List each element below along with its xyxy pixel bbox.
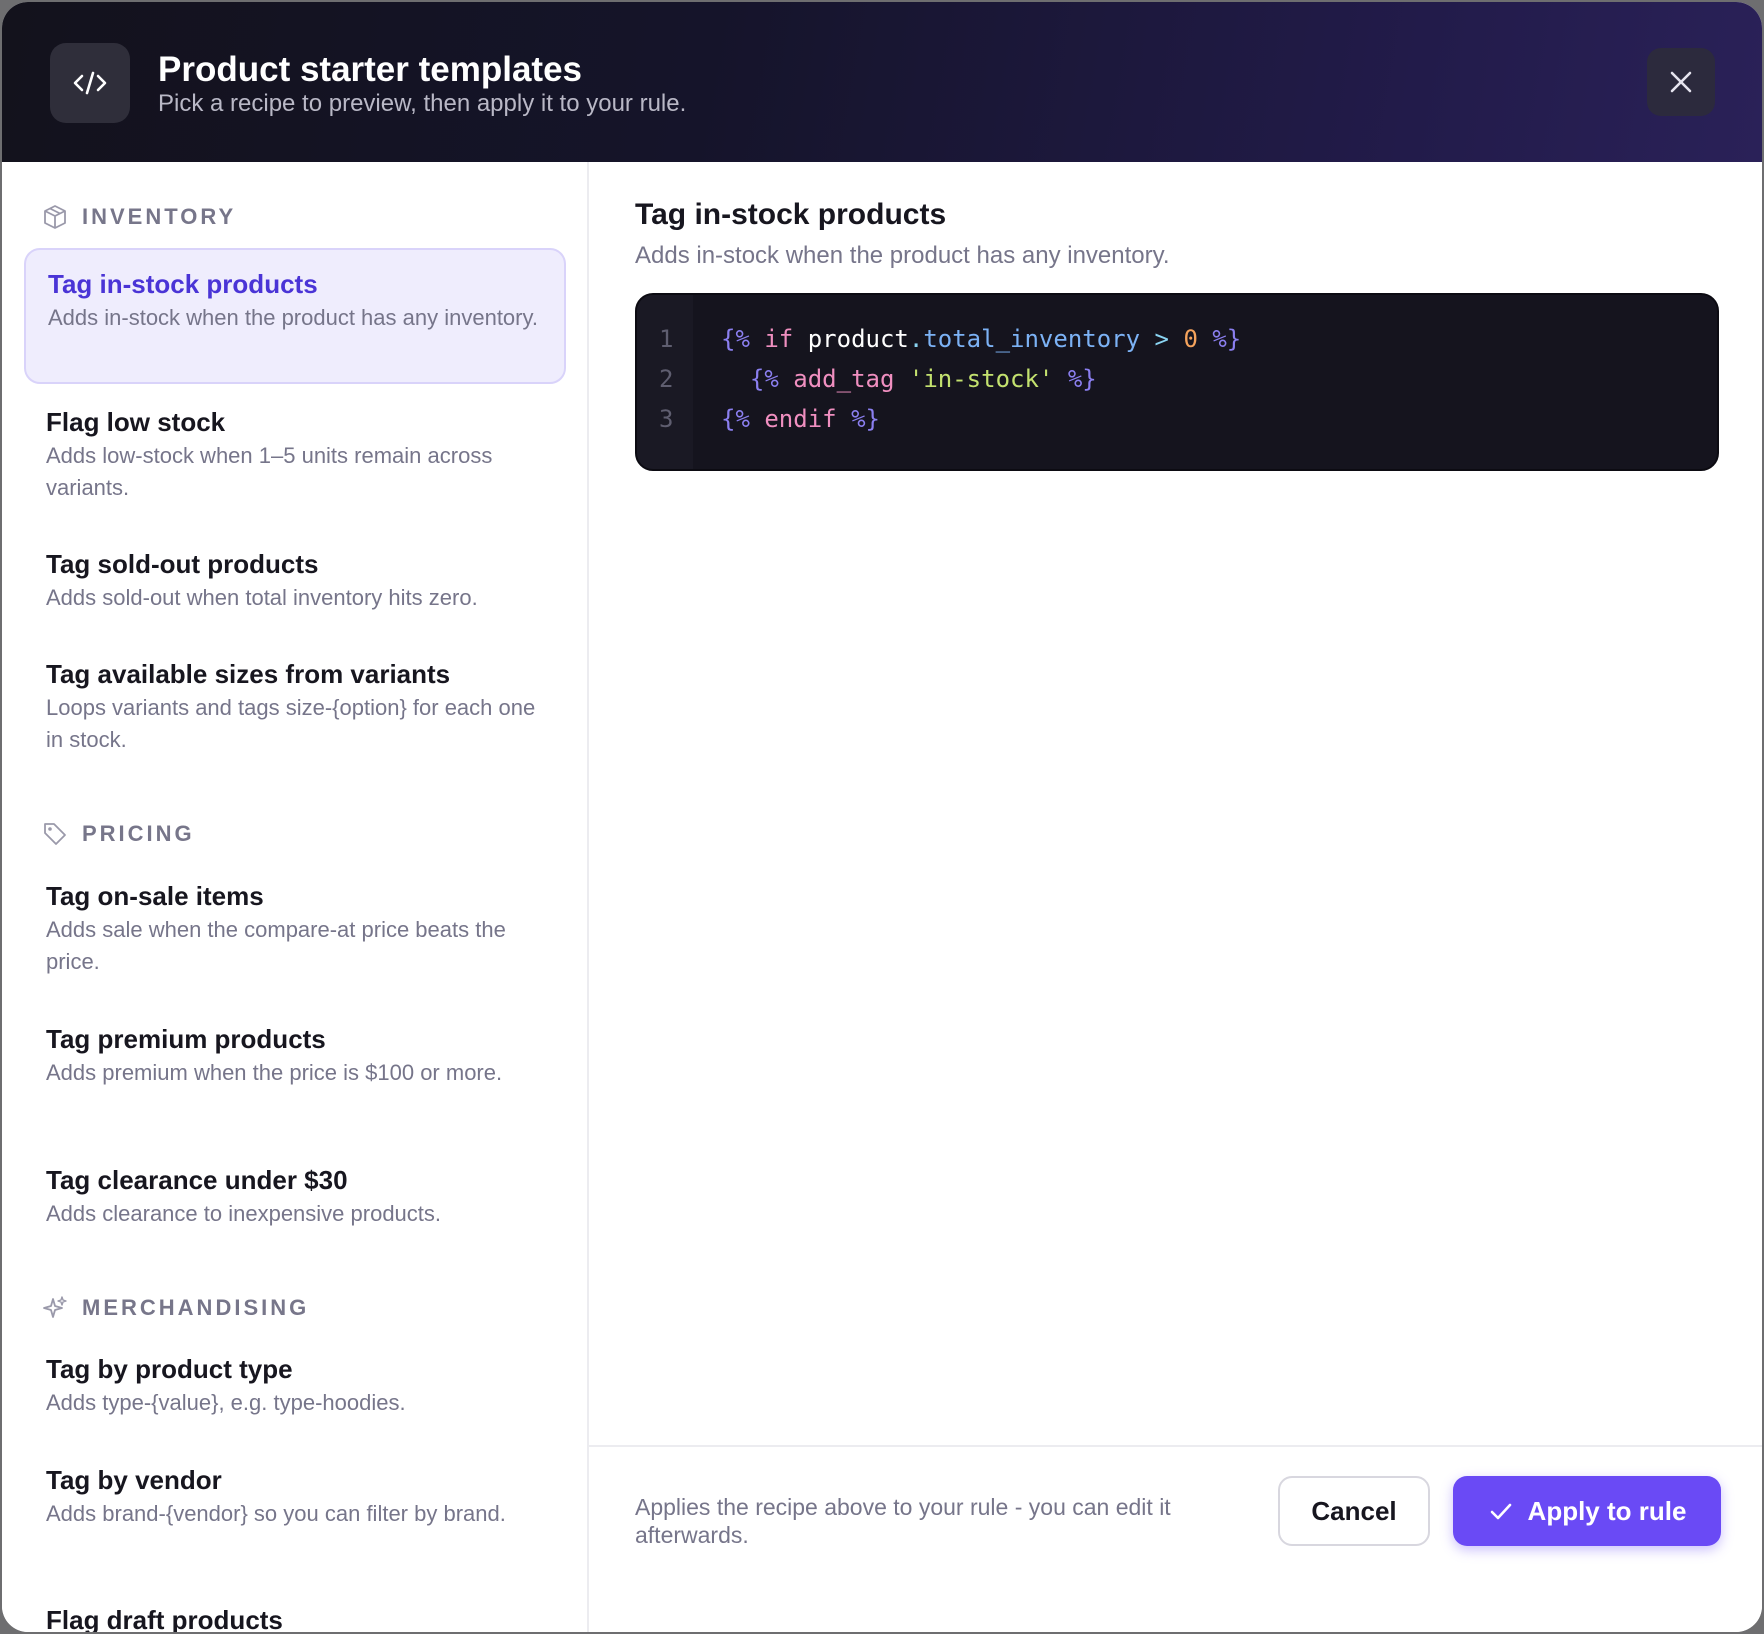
- line-number: 1: [659, 325, 674, 353]
- code-token: %}: [851, 405, 880, 433]
- template-item-title: Tag in-stock products: [48, 269, 318, 299]
- template-item-title: Tag premium products: [46, 1024, 326, 1054]
- tag-icon: [44, 823, 66, 845]
- template-item-tag-sold-out[interactable]: Tag sold-out products Adds sold-out when…: [24, 530, 566, 632]
- template-item-title: Flag draft products: [46, 1605, 283, 1632]
- code-token: product: [807, 325, 909, 353]
- code-token: .: [908, 325, 924, 353]
- code-icon: [50, 43, 130, 123]
- section-inventory: INVENTORY: [42, 202, 236, 232]
- template-item-desc: Adds type-{value}, e.g. type-hoodies.: [46, 1390, 406, 1415]
- preview-panel: Tag in-stock products Adds in-stock when…: [589, 162, 1762, 1632]
- code-token: %}: [1212, 325, 1242, 353]
- code-line-3: {% endif %}: [721, 405, 880, 433]
- close-icon: [1670, 71, 1692, 93]
- preview-title: Tag in-stock products: [635, 198, 947, 231]
- template-item-title: Tag sold-out products: [46, 549, 319, 579]
- section-label: INVENTORY: [82, 204, 237, 229]
- code-token: %}: [1067, 365, 1097, 393]
- template-item-tag-premium[interactable]: Tag premium products Adds premium when t…: [24, 1005, 566, 1107]
- template-item-desc: Adds clearance to inexpensive products.: [46, 1201, 442, 1226]
- close-button[interactable]: [1647, 48, 1715, 116]
- code-line-2: {% add_tag 'in-stock' %}: [721, 365, 1097, 393]
- section-label: PRICING: [82, 821, 195, 846]
- section-label: MERCHANDISING: [82, 1295, 310, 1320]
- modal-header: Product starter templates Pick a recipe …: [2, 2, 1762, 162]
- preview-description: Adds in-stock when the product has any i…: [635, 242, 1170, 269]
- template-item-tag-in-stock[interactable]: Tag in-stock products Adds in-stock when…: [24, 248, 566, 384]
- apply-button-label: Apply to rule: [1527, 1495, 1687, 1526]
- code-token: {%: [749, 365, 779, 393]
- code-token: endif: [764, 405, 837, 433]
- template-item-tag-clearance[interactable]: Tag clearance under $30 Adds clearance t…: [24, 1146, 566, 1248]
- template-item-tag-by-vendor[interactable]: Tag by vendor Adds brand-{vendor} so you…: [24, 1446, 566, 1548]
- code-token: add_tag: [793, 365, 895, 393]
- box-icon: [44, 205, 66, 229]
- code-token: if: [764, 325, 794, 353]
- footer-note: Applies the recipe above to your rule - …: [635, 1494, 1171, 1548]
- code-token: 0: [1183, 325, 1198, 353]
- template-item-title: Tag on-sale items: [46, 881, 264, 911]
- template-item-title: Tag by product type: [46, 1354, 293, 1384]
- modal-subtitle: Pick a recipe to preview, then apply it …: [158, 90, 687, 117]
- template-item-title: Tag by vendor: [46, 1465, 222, 1495]
- code-token: 'in-stock': [908, 365, 1054, 393]
- template-item-desc: Adds in-stock when the product has any i…: [48, 305, 538, 330]
- code-line-1: {% if product.total_inventory > 0 %}: [721, 325, 1241, 353]
- line-number: 2: [659, 365, 674, 393]
- template-item-desc: Adds sold-out when total inventory hits …: [46, 585, 478, 610]
- template-item-title: Tag clearance under $30: [46, 1165, 348, 1195]
- template-item-desc: Adds low-stock when 1–5 units remain acr…: [46, 443, 493, 500]
- modal-title: Product starter templates: [158, 50, 583, 89]
- code-token: {%: [721, 325, 750, 353]
- template-item-desc: Adds sale when the compare-at price beat…: [46, 917, 506, 974]
- template-sidebar[interactable]: INVENTORY Tag in-stock products Adds in-…: [2, 162, 589, 1632]
- sparkle-icon: [43, 1296, 67, 1318]
- template-item-desc: Adds premium when the price is $100 or m…: [46, 1060, 503, 1085]
- code-token: total_inventory: [923, 325, 1141, 353]
- template-item-flag-low-stock[interactable]: Flag low stock Adds low-stock when 1–5 u…: [24, 388, 566, 522]
- template-item-desc: Loops variants and tags size-{option} fo…: [46, 695, 536, 752]
- template-item-flag-draft[interactable]: Flag draft products: [24, 1586, 566, 1632]
- apply-to-rule-button[interactable]: Apply to rule: [1453, 1476, 1721, 1546]
- check-icon: [1490, 1503, 1511, 1520]
- code-token: {%: [721, 405, 750, 433]
- line-number: 3: [659, 405, 674, 433]
- template-item-desc: Adds brand-{vendor} so you can filter by…: [46, 1501, 506, 1526]
- template-item-tag-sizes[interactable]: Tag available sizes from variants Loops …: [24, 640, 566, 774]
- template-item-tag-by-type[interactable]: Tag by product type Adds type-{value}, e…: [24, 1335, 566, 1437]
- template-item-title: Tag available sizes from variants: [46, 659, 451, 689]
- section-pricing: PRICING: [42, 819, 195, 849]
- code-preview: 1 2 3 {% if product.total_inventory > 0 …: [635, 293, 1719, 471]
- template-item-title: Flag low stock: [46, 407, 226, 437]
- template-item-tag-on-sale[interactable]: Tag on-sale items Adds sale when the com…: [24, 862, 566, 996]
- modal-footer: Applies the recipe above to your rule - …: [589, 1445, 1762, 1632]
- section-merchandising: MERCHANDISING: [42, 1293, 309, 1323]
- templates-modal: Product starter templates Pick a recipe …: [2, 2, 1762, 1632]
- code-token: >: [1154, 325, 1169, 353]
- cancel-button[interactable]: Cancel: [1278, 1476, 1430, 1546]
